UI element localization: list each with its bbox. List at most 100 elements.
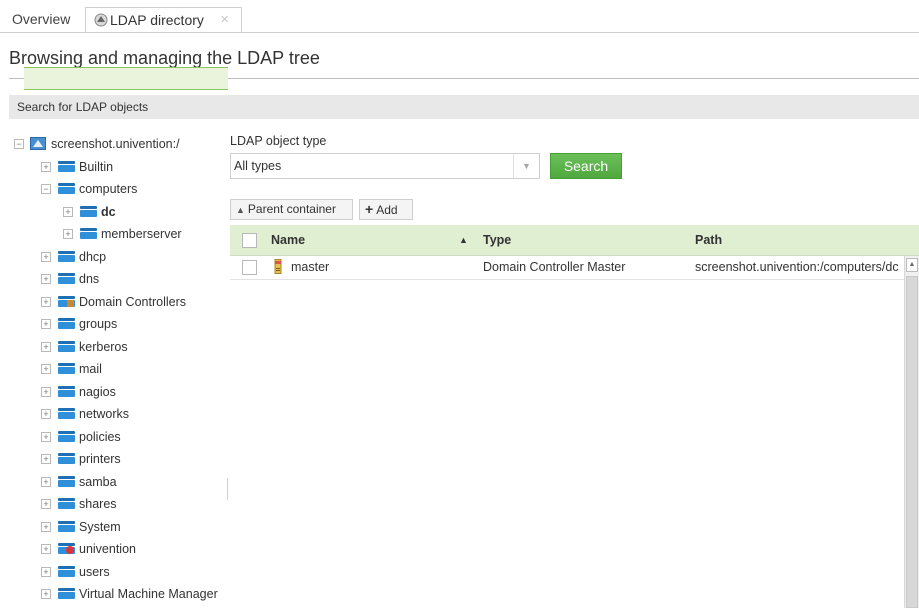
collapse-icon[interactable]: − xyxy=(41,184,51,194)
container-icon xyxy=(58,498,75,509)
expand-icon[interactable]: + xyxy=(41,566,51,577)
container-icon xyxy=(58,363,75,374)
univention-container-icon xyxy=(58,543,75,554)
container-icon xyxy=(58,340,75,352)
container-icon xyxy=(58,430,75,442)
row-path: screenshot.univention:/computers/dc xyxy=(695,260,899,274)
tree-item-label: dns xyxy=(79,272,100,286)
expand-icon[interactable]: + xyxy=(41,319,51,329)
page-title: Browsing and managing the LDAP tree xyxy=(9,48,320,68)
container-icon xyxy=(58,273,75,284)
container-icon xyxy=(80,228,97,239)
tab-bar: Overview LDAP directory × xyxy=(0,0,919,33)
tree-item-label: Domain Controllers xyxy=(79,294,186,309)
pane-divider[interactable] xyxy=(227,478,228,500)
tree-item-label: kerberos xyxy=(79,339,128,354)
container-icon xyxy=(58,385,75,397)
container-icon xyxy=(80,205,97,217)
table-row[interactable]: master Domain Controller Master screensh… xyxy=(230,256,904,280)
container-icon xyxy=(58,520,75,532)
expand-icon[interactable]: + xyxy=(63,229,73,239)
grid-scrollbar[interactable]: ▲ xyxy=(904,256,919,608)
tree-item-label: screenshot.univention:/ xyxy=(51,137,180,151)
tree-item-label: users xyxy=(79,564,110,579)
section-header: Search for LDAP objects xyxy=(9,95,919,119)
add-button[interactable]: + Add xyxy=(359,199,413,220)
column-header-type[interactable]: Type xyxy=(483,225,511,256)
expand-icon[interactable]: + xyxy=(41,364,51,374)
expand-icon[interactable]: + xyxy=(41,544,51,554)
container-icon xyxy=(58,183,75,194)
parent-container-button[interactable]: ▲ Parent container xyxy=(230,199,353,220)
scrollbar-thumb[interactable] xyxy=(906,276,918,608)
tree-item-label: nagios xyxy=(79,384,116,399)
object-type-label: LDAP object type xyxy=(230,134,327,148)
tree-item-label: groups xyxy=(79,317,118,331)
expand-icon[interactable]: + xyxy=(41,274,51,284)
sort-ascending-icon: ▲ xyxy=(459,235,468,245)
up-arrow-icon: ▲ xyxy=(236,205,245,215)
tab-overview[interactable]: Overview xyxy=(8,7,74,33)
add-label: Add xyxy=(376,203,398,217)
tree-item-label: mail xyxy=(79,362,102,376)
domain-controllers-icon xyxy=(58,295,75,307)
row-name[interactable]: master xyxy=(291,256,329,278)
column-header-name[interactable]: Name xyxy=(271,225,305,256)
expand-icon[interactable]: + xyxy=(41,161,51,172)
select-all-checkbox[interactable] xyxy=(242,233,257,248)
expand-icon[interactable]: + xyxy=(41,341,51,352)
expand-icon[interactable]: + xyxy=(63,206,73,217)
expand-icon[interactable]: + xyxy=(41,431,51,442)
tab-bar-divider xyxy=(0,32,919,33)
expand-icon[interactable]: + xyxy=(41,499,51,509)
container-icon xyxy=(58,453,75,464)
container-icon xyxy=(58,318,75,329)
collapse-icon[interactable]: − xyxy=(14,139,24,149)
expand-icon[interactable]: + xyxy=(41,589,51,599)
ldap-directory-icon xyxy=(94,13,108,27)
results-grid: Name ▲ Type Path master Domain Controlle… xyxy=(230,225,919,608)
tree-item-label: policies xyxy=(79,429,121,444)
parent-container-label: Parent container xyxy=(247,202,336,216)
tree-item-label: Builtin xyxy=(79,159,114,174)
tree-item-label: computers xyxy=(79,182,138,196)
object-type-value: All types xyxy=(234,159,282,173)
tree-item-label: printers xyxy=(79,452,121,466)
close-icon[interactable]: × xyxy=(220,8,229,32)
tree-item-label: univention xyxy=(79,542,136,556)
plus-icon: + xyxy=(365,201,374,217)
scroll-up-icon[interactable]: ▲ xyxy=(906,258,918,272)
object-type-select[interactable]: All types ▼ xyxy=(230,153,540,179)
row-type: Domain Controller Master xyxy=(483,260,626,274)
expand-icon[interactable]: + xyxy=(41,454,51,464)
chevron-down-icon[interactable]: ▼ xyxy=(513,154,539,178)
expand-icon[interactable]: + xyxy=(41,386,51,397)
tree-item-label: networks xyxy=(79,407,130,421)
container-icon xyxy=(58,588,75,599)
domain-controller-icon xyxy=(274,259,282,274)
search-button[interactable]: Search xyxy=(550,153,622,179)
tree-item-label: samba xyxy=(79,474,117,489)
expand-icon[interactable]: + xyxy=(41,409,51,419)
container-icon xyxy=(58,565,75,577)
grid-header: Name ▲ Type Path xyxy=(230,225,919,256)
expand-icon[interactable]: + xyxy=(41,521,51,532)
expand-icon[interactable]: + xyxy=(41,296,51,307)
tab-ldap-label: LDAP directory xyxy=(110,12,204,28)
tree-item-label: shares xyxy=(79,497,117,511)
tree-item-label: dc xyxy=(101,204,116,219)
container-icon xyxy=(58,250,75,262)
container-icon xyxy=(58,475,75,487)
column-header-path[interactable]: Path xyxy=(695,225,722,256)
tree-item-label: dhcp xyxy=(79,249,107,264)
container-icon xyxy=(58,408,75,419)
expand-icon[interactable]: + xyxy=(41,251,51,262)
domain-root-icon xyxy=(30,137,46,150)
tree-item-label: Virtual Machine Manager xyxy=(79,587,218,601)
row-checkbox[interactable] xyxy=(242,260,257,275)
tab-ldap-directory[interactable]: LDAP directory × xyxy=(85,7,242,33)
tree-item-label: memberserver xyxy=(101,227,182,241)
expand-icon[interactable]: + xyxy=(41,476,51,487)
tree-selection-highlight xyxy=(24,67,228,90)
container-icon xyxy=(58,160,75,172)
